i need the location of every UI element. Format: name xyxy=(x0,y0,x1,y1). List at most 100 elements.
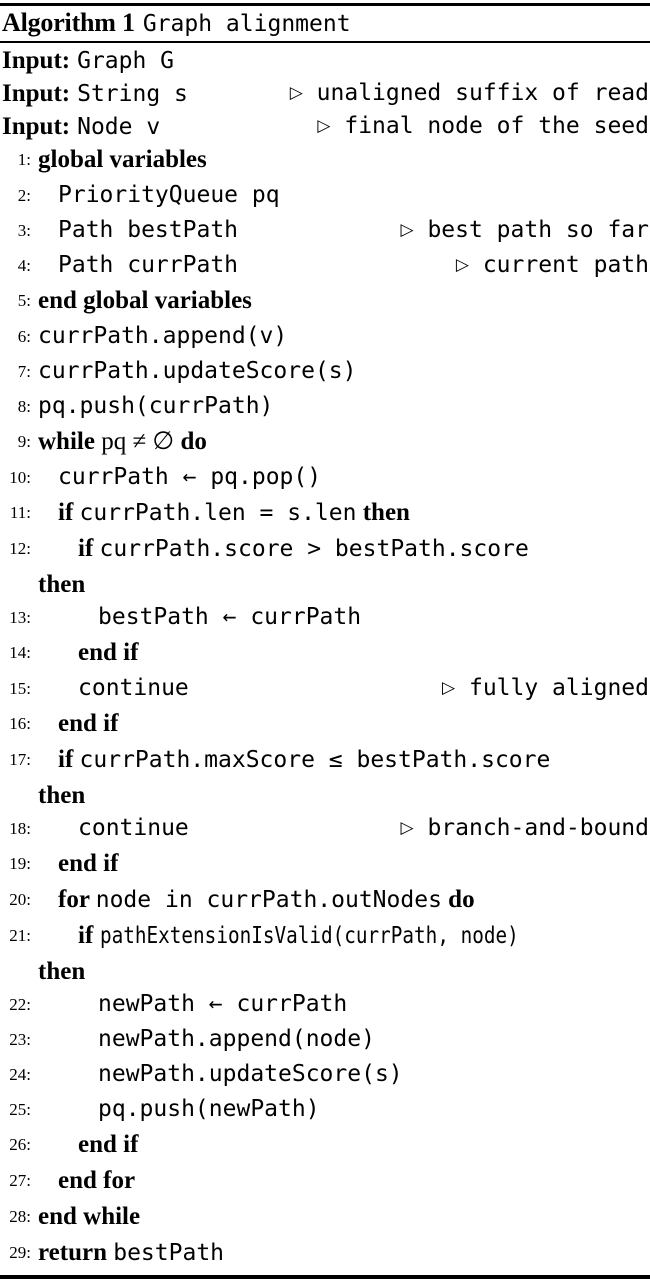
code-line-content: pq.push(currPath) xyxy=(0,390,650,425)
comment-triangle-icon: ▷ xyxy=(289,83,303,103)
code-line-content: newPath.updateScore(s) xyxy=(0,1058,650,1093)
line-number: 1: xyxy=(17,150,31,169)
code-line-content: global variables xyxy=(0,143,650,179)
input-row: Input: Graph G xyxy=(0,44,650,77)
code-line: 3: Path bestPath ▷ best path so far xyxy=(0,214,650,249)
code-line-content: while pq ≠ ∅ do xyxy=(0,425,650,461)
code-line-content: PriorityQueue pq xyxy=(0,179,650,214)
code-line: 17: if currPath.maxScore ≤ bestPath.score xyxy=(0,743,650,779)
line-number: 19: xyxy=(9,854,31,873)
line-comment: ▷ final node of the seed xyxy=(317,110,649,143)
line-number: 12: xyxy=(9,539,31,558)
line-number: 18: xyxy=(9,819,31,838)
code-text: continue xyxy=(78,815,189,841)
code-text: PriorityQueue pq xyxy=(58,182,280,208)
code-keyword-continuation: then xyxy=(38,958,86,985)
code-text: pq.push(currPath) xyxy=(38,393,274,419)
code-text: newPath ← currPath xyxy=(98,991,348,1017)
code-line: 14: end if xyxy=(0,636,650,672)
code-text: end if xyxy=(78,639,139,666)
code-keyword: if xyxy=(58,746,80,773)
input-keyword: Input: xyxy=(2,47,71,74)
code-keyword-continuation: then xyxy=(38,571,86,598)
line-number: 7: xyxy=(17,362,31,381)
code-text: currPath.updateScore(s) xyxy=(38,358,357,384)
comment-triangle-icon: ▷ xyxy=(442,678,456,698)
algorithm-body: Input: Graph G Input: String s ▷ unaligned s… xyxy=(0,43,650,1272)
input-code: Graph G xyxy=(77,48,175,74)
code-line-content: bestPath ← currPath xyxy=(0,601,650,636)
code-line-content: end if xyxy=(0,847,650,883)
code-line-content: if currPath.maxScore ≤ bestPath.score xyxy=(0,743,650,779)
code-text: currPath.len = s.len xyxy=(79,500,357,526)
code-line-continuation: then xyxy=(0,568,650,601)
code-line: 28: end while xyxy=(0,1200,650,1236)
code-text: Path currPath xyxy=(58,252,239,278)
line-number: 9: xyxy=(17,432,31,451)
code-text: node in currPath.outNodes xyxy=(95,887,442,913)
code-line: 24: newPath.updateScore(s) xyxy=(0,1058,650,1093)
code-line: 4: Path currPath ▷ current path xyxy=(0,249,650,284)
code-text: end for xyxy=(58,1167,136,1194)
line-number: 21: xyxy=(9,926,31,945)
code-keyword-trailing: do xyxy=(441,886,475,913)
code-line: 20: for node in currPath.outNodes do xyxy=(0,883,650,919)
code-keyword: if xyxy=(58,499,80,526)
code-line: 6: currPath.append(v) xyxy=(0,320,650,355)
code-text: pq ≠ ∅ xyxy=(101,428,175,455)
code-line-content: end global variables xyxy=(0,284,650,320)
code-keyword-trailing: then xyxy=(356,499,410,526)
code-line-content: end if xyxy=(0,707,650,743)
code-text: currPath.maxScore ≤ bestPath.score xyxy=(79,747,551,773)
code-line: 23: newPath.append(node) xyxy=(0,1023,650,1058)
code-text: end if xyxy=(58,710,119,737)
code-text: continue xyxy=(78,675,189,701)
code-line-content: return bestPath xyxy=(0,1236,650,1272)
code-line: 7: currPath.updateScore(s) xyxy=(0,355,650,390)
input-code: String s xyxy=(77,81,188,107)
code-text: currPath.append(v) xyxy=(38,323,288,349)
code-line-content: end if xyxy=(0,1128,650,1164)
input-code: Node v xyxy=(77,114,161,140)
comment-text: current path xyxy=(468,252,649,278)
line-number: 22: xyxy=(9,995,31,1014)
code-text: end global variables xyxy=(38,287,252,314)
code-line: 26: end if xyxy=(0,1128,650,1164)
comment-triangle-icon: ▷ xyxy=(400,818,414,838)
line-number: 20: xyxy=(9,890,31,909)
code-keyword-continuation: then xyxy=(38,782,86,809)
code-text: Path bestPath xyxy=(58,217,239,243)
line-number: 5: xyxy=(17,291,31,310)
code-text: bestPath xyxy=(113,1240,225,1266)
line-comment: ▷ current path xyxy=(456,249,649,282)
code-text: newPath.updateScore(s) xyxy=(98,1061,403,1087)
code-line: 8: pq.push(currPath) xyxy=(0,390,650,425)
comment-text: unaligned suffix of read xyxy=(302,80,649,106)
code-text: end while xyxy=(38,1203,141,1230)
code-line-content: if currPath.score > bestPath.score xyxy=(0,532,650,568)
code-line: 5: end global variables xyxy=(0,284,650,320)
code-line-continuation: then xyxy=(0,955,650,988)
input-keyword: Input: xyxy=(2,113,71,140)
line-number: 6: xyxy=(17,327,31,346)
comment-text: best path so far xyxy=(413,217,649,243)
code-line-list: 1: global variables 2: PriorityQueue pq 3: Pa… xyxy=(0,143,650,1272)
line-number: 23: xyxy=(9,1030,31,1049)
code-line: 29: return bestPath xyxy=(0,1236,650,1272)
code-line: 22: newPath ← currPath xyxy=(0,988,650,1023)
line-number: 25: xyxy=(9,1100,31,1119)
code-line: 2: PriorityQueue pq xyxy=(0,179,650,214)
line-comment: ▷ fully aligned xyxy=(442,672,649,705)
input-row: Input: Node v ▷ final node of the seed xyxy=(0,110,650,143)
code-line: 10: currPath ← pq.pop() xyxy=(0,461,650,496)
input-keyword: Input: xyxy=(2,80,71,107)
code-text: currPath.score > bestPath.score xyxy=(99,536,529,562)
algorithm-name: Graph alignment xyxy=(142,11,351,37)
code-line-content: currPath.append(v) xyxy=(0,320,650,355)
code-text: global variables xyxy=(38,146,207,173)
code-text: end if xyxy=(78,1131,139,1158)
line-number: 28: xyxy=(9,1207,31,1226)
code-line-content: newPath ← currPath xyxy=(0,988,650,1023)
algorithm-title: Algorithm 1 Graph alignment xyxy=(0,6,650,39)
bottom-rule xyxy=(0,1275,650,1279)
